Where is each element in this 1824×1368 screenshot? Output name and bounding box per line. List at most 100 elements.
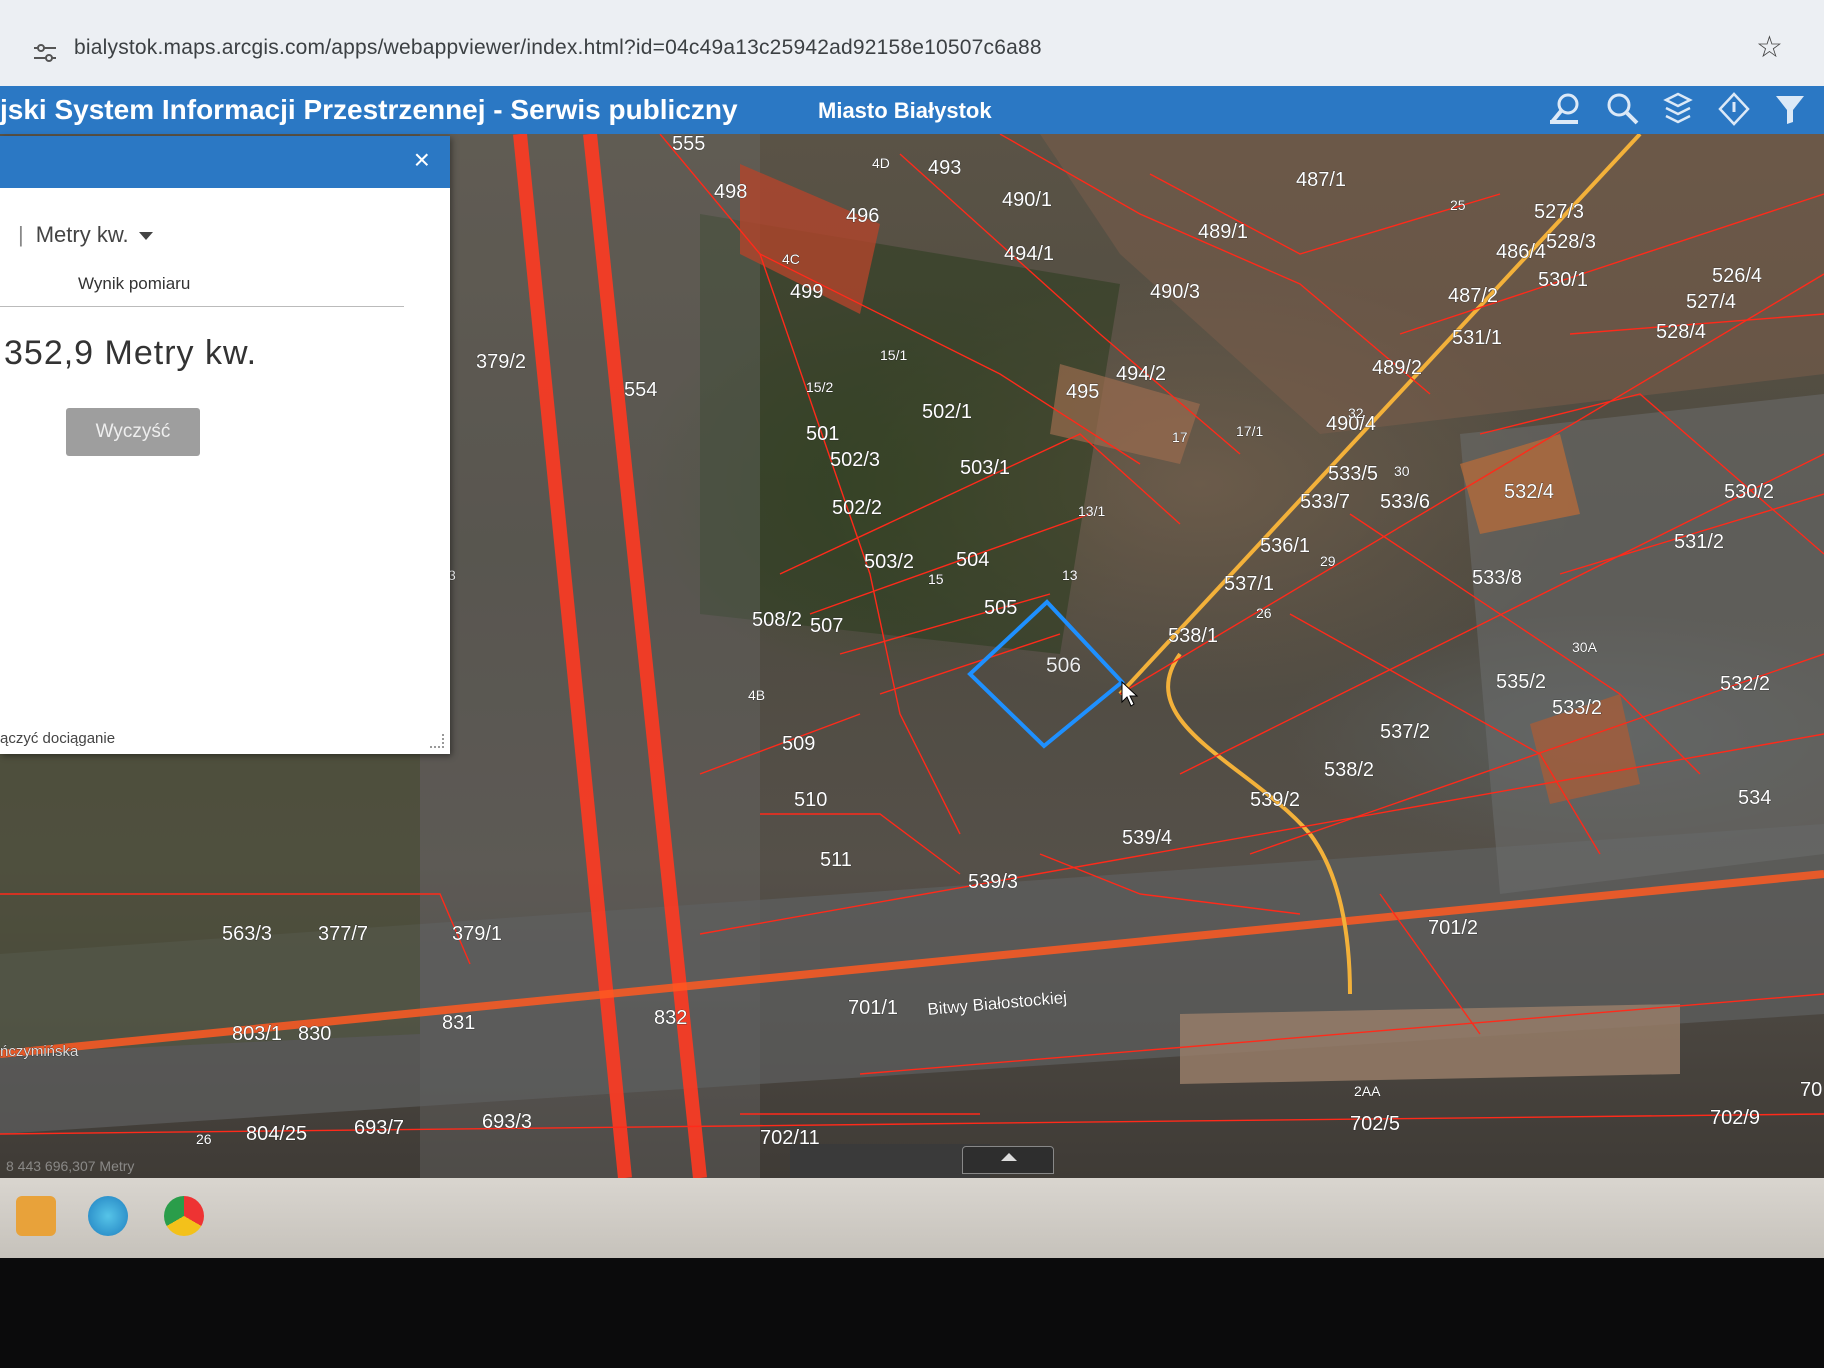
parcel-label: 563/3 xyxy=(222,923,272,945)
parcel-label: 17 xyxy=(1172,429,1188,445)
parcel-label: 499 xyxy=(790,281,823,303)
parcel-label: 511 xyxy=(820,849,852,871)
parcel-label: 32 xyxy=(1348,405,1364,421)
expand-attribute-table-button[interactable] xyxy=(962,1146,1054,1174)
parcel-label: 15/1 xyxy=(880,347,907,363)
parcel-label: 496 xyxy=(846,205,879,227)
parcel-label: 494/1 xyxy=(1004,243,1054,265)
parcel-label: 701/2 xyxy=(1428,917,1478,939)
resize-handle[interactable] xyxy=(430,734,444,748)
parcel-label: 533/6 xyxy=(1380,491,1430,513)
parcel-label: 509 xyxy=(782,733,815,755)
parcel-label: 533/8 xyxy=(1472,567,1522,589)
parcel-label: 487/2 xyxy=(1448,285,1498,307)
search-location-icon[interactable] xyxy=(1548,90,1584,128)
parcel-label: 25 xyxy=(1450,197,1466,213)
parcel-label: 489/2 xyxy=(1372,357,1422,379)
parcel-label: 498 xyxy=(714,181,747,203)
parcel-label: 503/1 xyxy=(960,457,1010,479)
filter-icon[interactable] xyxy=(1772,90,1808,128)
parcel-label: 13/1 xyxy=(1078,503,1105,519)
result-value: 352,9 Metry kw. xyxy=(4,334,258,372)
chevron-down-icon[interactable] xyxy=(138,232,153,241)
chrome-icon[interactable] xyxy=(164,1196,204,1236)
parcel-label: 537/2 xyxy=(1380,721,1430,743)
parcel-label: 701/1 xyxy=(848,997,898,1019)
parcel-label: 526/4 xyxy=(1712,265,1762,287)
parcel-label: 495 xyxy=(1066,381,1099,403)
browser-address-bar: bialystok.maps.arcgis.com/apps/webappvie… xyxy=(0,0,1824,87)
clear-button[interactable]: Wyczyść xyxy=(66,408,200,456)
parcel-label: 804/25 xyxy=(246,1123,307,1145)
parcel-label: 13 xyxy=(1062,567,1078,583)
parcel-label: 494/2 xyxy=(1116,363,1166,385)
parcel-label: 487/1 xyxy=(1296,169,1346,191)
parcel-label: 29 xyxy=(1320,553,1336,569)
parcel-label: 539/2 xyxy=(1250,789,1300,811)
parcel-label: 532/4 xyxy=(1504,481,1554,503)
parcel-label: 504 xyxy=(956,549,989,571)
city-name: Miasto Białystok xyxy=(818,98,992,123)
search-icon[interactable] xyxy=(1604,90,1640,128)
tune-icon[interactable] xyxy=(34,44,56,62)
parcel-label: 533/7 xyxy=(1300,491,1350,513)
parcel-label: 534 xyxy=(1738,787,1771,809)
result-label: Wynik pomiaru xyxy=(78,274,191,293)
parcel-label: 527/3 xyxy=(1534,201,1584,223)
parcel-label: 15/2 xyxy=(806,379,833,395)
parcel-label: 377/7 xyxy=(318,923,368,945)
parcel-label: 502/2 xyxy=(832,497,882,519)
os-taskbar xyxy=(0,1178,1824,1258)
parcel-label: 530/1 xyxy=(1538,269,1588,291)
parcel-label: 533/2 xyxy=(1552,697,1602,719)
place-fragment-label: ńczymińska xyxy=(0,1043,79,1060)
parcel-label: 502/3 xyxy=(830,449,880,471)
unit-label: Metry kw. xyxy=(35,222,129,247)
url-field[interactable]: bialystok.maps.arcgis.com/apps/webappvie… xyxy=(74,36,1042,60)
parcel-label: 693/3 xyxy=(482,1111,532,1133)
parcel-label: 506 xyxy=(1046,654,1081,677)
parcel-label: 832 xyxy=(654,1007,687,1029)
parcel-label: 493 xyxy=(928,157,961,179)
parcel-label: 26 xyxy=(196,1131,212,1147)
star-icon[interactable]: ☆ xyxy=(1756,30,1783,65)
parcel-label: 379/1 xyxy=(452,923,502,945)
app-header: jski System Informacji Przestrzennej - S… xyxy=(0,86,1824,134)
edge-browser-icon[interactable] xyxy=(88,1196,128,1236)
unit-selector[interactable]: | Metry kw. xyxy=(0,222,153,248)
layers-icon[interactable] xyxy=(1660,90,1696,128)
parcel-label: 505 xyxy=(984,597,1017,619)
parcel-label: 4C xyxy=(782,251,800,267)
parcel-label: 486/4 xyxy=(1496,241,1546,263)
parcel-label: 554 xyxy=(624,379,657,401)
parcel-label: 830 xyxy=(298,1023,331,1045)
app-title: jski System Informacji Przestrzennej - S… xyxy=(0,94,738,125)
parcel-label: 30 xyxy=(1394,463,1410,479)
parcel-label: 533/5 xyxy=(1328,463,1378,485)
measure-icon[interactable] xyxy=(1716,90,1752,128)
parcel-label: 531/2 xyxy=(1674,531,1724,553)
parcel-label: 702/5 xyxy=(1350,1113,1400,1135)
parcel-label: 501 xyxy=(806,423,839,445)
parcel-label: 527/4 xyxy=(1686,291,1736,313)
parcel-label: 535/2 xyxy=(1496,671,1546,693)
parcel-label: 538/2 xyxy=(1324,759,1374,781)
parcel-label: 530/2 xyxy=(1724,481,1774,503)
parcel-label: 2AA xyxy=(1354,1083,1381,1099)
parcel-label: 536/1 xyxy=(1260,535,1310,557)
parcel-label: 15 xyxy=(928,571,944,587)
parcel-label: 693/7 xyxy=(354,1117,404,1139)
parcel-label: 532/2 xyxy=(1720,673,1770,695)
divider xyxy=(0,306,404,307)
snap-toggle-label[interactable]: ączyć dociąganie xyxy=(0,730,115,747)
parcel-label: 490/1 xyxy=(1002,189,1052,211)
parcel-label: 4B xyxy=(748,687,765,703)
parcel-label: 528/3 xyxy=(1546,231,1596,253)
close-icon[interactable]: × xyxy=(414,144,430,176)
folder-icon[interactable] xyxy=(16,1196,56,1236)
parcel-label: 507 xyxy=(810,615,843,637)
measure-panel-header: × xyxy=(0,136,450,188)
parcel-label: 702/11 xyxy=(760,1127,820,1149)
parcel-label: 702/9 xyxy=(1710,1107,1760,1129)
coordinate-readout: 8 443 696,307 Metry xyxy=(6,1158,135,1174)
